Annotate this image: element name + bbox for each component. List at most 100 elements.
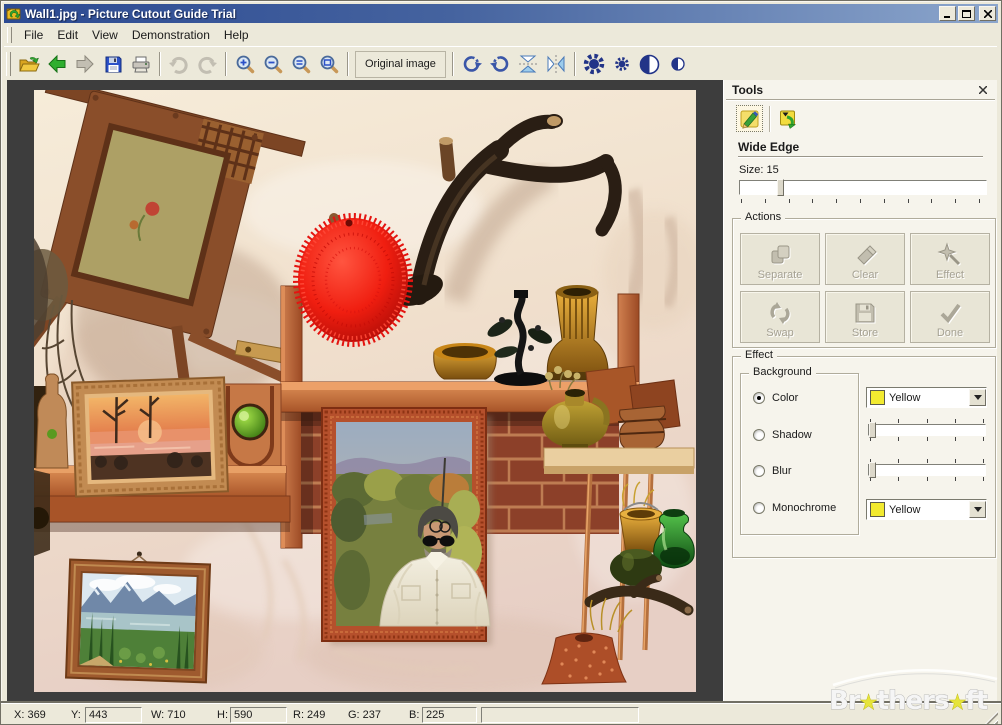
- radio-monochrome[interactable]: Monochrome: [753, 502, 836, 514]
- turned-wood-capital: [618, 406, 666, 450]
- radio-monochrome-circle[interactable]: [753, 502, 765, 514]
- radio-shadow[interactable]: Shadow: [753, 429, 812, 441]
- resize-grip[interactable]: [985, 711, 998, 724]
- menu-demonstration[interactable]: Demonstration: [125, 25, 217, 45]
- menu-edit[interactable]: Edit: [50, 25, 85, 45]
- contrast-increase-icon: [639, 54, 660, 75]
- left-edge-shelf: [34, 470, 50, 556]
- forward-button[interactable]: [71, 51, 99, 78]
- menu-view[interactable]: View: [85, 25, 125, 45]
- swap-arrows-icon: [767, 300, 793, 326]
- contrast-decrease-button[interactable]: [664, 51, 692, 78]
- rotate-clockwise-icon: [461, 53, 483, 75]
- undo-button[interactable]: [165, 51, 193, 78]
- pencil-tool-icon: [739, 108, 761, 130]
- zoom-actual-icon: [291, 54, 311, 74]
- status-y-label: Y:: [71, 709, 81, 721]
- rotate-cw-button[interactable]: [458, 51, 486, 78]
- back-arrow-icon: [47, 54, 67, 74]
- panel-divider: [726, 99, 995, 101]
- wide-edge-tool-button[interactable]: [736, 105, 763, 132]
- zoom-fit-button[interactable]: [315, 51, 343, 78]
- original-image-button[interactable]: Original image: [355, 51, 446, 78]
- menu-help[interactable]: Help: [217, 25, 256, 45]
- maximize-button[interactable]: [958, 6, 975, 21]
- color-dropdown[interactable]: Yellow: [866, 387, 987, 408]
- store-button[interactable]: Store: [825, 291, 905, 343]
- panel-close-button[interactable]: [977, 84, 989, 96]
- monochrome-dropdown-value: Yellow: [889, 504, 920, 516]
- tool-divider: [738, 156, 983, 158]
- shadow-slider[interactable]: [868, 419, 986, 447]
- amber-pot: [434, 343, 497, 379]
- toolbar-separator: [159, 52, 161, 76]
- close-button[interactable]: [979, 6, 996, 21]
- zoom-in-button[interactable]: [231, 51, 259, 78]
- contrast-increase-button[interactable]: [636, 51, 664, 78]
- zoom-out-button[interactable]: [259, 51, 287, 78]
- brightness-decrease-button[interactable]: [608, 51, 636, 78]
- slider-ticks: [868, 459, 986, 463]
- radio-blur[interactable]: Blur: [753, 465, 792, 477]
- size-slider[interactable]: [739, 180, 987, 195]
- close-icon: [984, 10, 992, 18]
- open-button[interactable]: [15, 51, 43, 78]
- chevron-down-icon[interactable]: [969, 389, 986, 406]
- tool-separator: [769, 106, 771, 132]
- flip-horizontal-icon: [545, 53, 567, 75]
- size-slider-ticks: [741, 199, 980, 203]
- extract-tool-icon: [778, 108, 800, 130]
- menu-grip[interactable]: [7, 27, 12, 43]
- print-button[interactable]: [127, 51, 155, 78]
- title-bar[interactable]: Wall1.jpg - Picture Cutout Guide Trial: [4, 4, 998, 23]
- size-slider-thumb[interactable]: [777, 179, 784, 196]
- tools-panel-title: Tools: [732, 83, 763, 97]
- toolbar-separator: [574, 52, 576, 76]
- brightness-increase-icon: [582, 52, 606, 76]
- separate-button[interactable]: Separate: [740, 233, 820, 285]
- chevron-down-icon[interactable]: [969, 501, 986, 518]
- undo-icon: [168, 54, 190, 74]
- extract-tool-button[interactable]: [775, 105, 802, 132]
- open-icon: [18, 54, 40, 74]
- radio-color[interactable]: Color: [753, 392, 798, 404]
- flip-vertical-icon: [517, 53, 539, 75]
- flip-vertical-button[interactable]: [514, 51, 542, 78]
- size-label: Size: 15: [739, 164, 779, 176]
- photo[interactable]: [34, 90, 696, 692]
- status-r: R: 249: [293, 709, 325, 721]
- shadow-slider-thumb[interactable]: [869, 422, 876, 438]
- zoom-actual-button[interactable]: [287, 51, 315, 78]
- minimize-button[interactable]: [939, 6, 956, 21]
- toolbar-separator: [452, 52, 454, 76]
- radio-monochrome-label: Monochrome: [772, 502, 836, 514]
- rotate-counterclockwise-icon: [489, 53, 511, 75]
- radio-shadow-circle[interactable]: [753, 429, 765, 441]
- save-button[interactable]: [99, 51, 127, 78]
- menu-file[interactable]: File: [17, 25, 50, 45]
- toolbar-separator: [225, 52, 227, 76]
- green-vase: [654, 509, 695, 568]
- blur-slider-thumb[interactable]: [869, 462, 876, 478]
- status-b-value: 225: [422, 707, 477, 723]
- radio-color-circle[interactable]: [753, 392, 765, 404]
- swap-button[interactable]: Swap: [740, 291, 820, 343]
- actions-group-title: Actions: [741, 211, 785, 223]
- radio-color-label: Color: [772, 392, 798, 404]
- monochrome-dropdown[interactable]: Yellow: [866, 499, 987, 520]
- done-button[interactable]: Done: [910, 291, 990, 343]
- redo-button[interactable]: [193, 51, 221, 78]
- radio-blur-circle[interactable]: [753, 465, 765, 477]
- flip-horizontal-button[interactable]: [542, 51, 570, 78]
- toolbar-grip[interactable]: [6, 52, 11, 76]
- redo-icon: [196, 54, 218, 74]
- clear-button[interactable]: Clear: [825, 233, 905, 285]
- blur-slider[interactable]: [868, 459, 986, 487]
- brightness-increase-button[interactable]: [580, 51, 608, 78]
- rotate-ccw-button[interactable]: [486, 51, 514, 78]
- effect-group: Effect Background Color Shadow Blur M: [732, 356, 996, 558]
- back-button[interactable]: [43, 51, 71, 78]
- sunset-painting: [72, 377, 228, 496]
- save-icon: [104, 55, 123, 74]
- effect-button[interactable]: Effect: [910, 233, 990, 285]
